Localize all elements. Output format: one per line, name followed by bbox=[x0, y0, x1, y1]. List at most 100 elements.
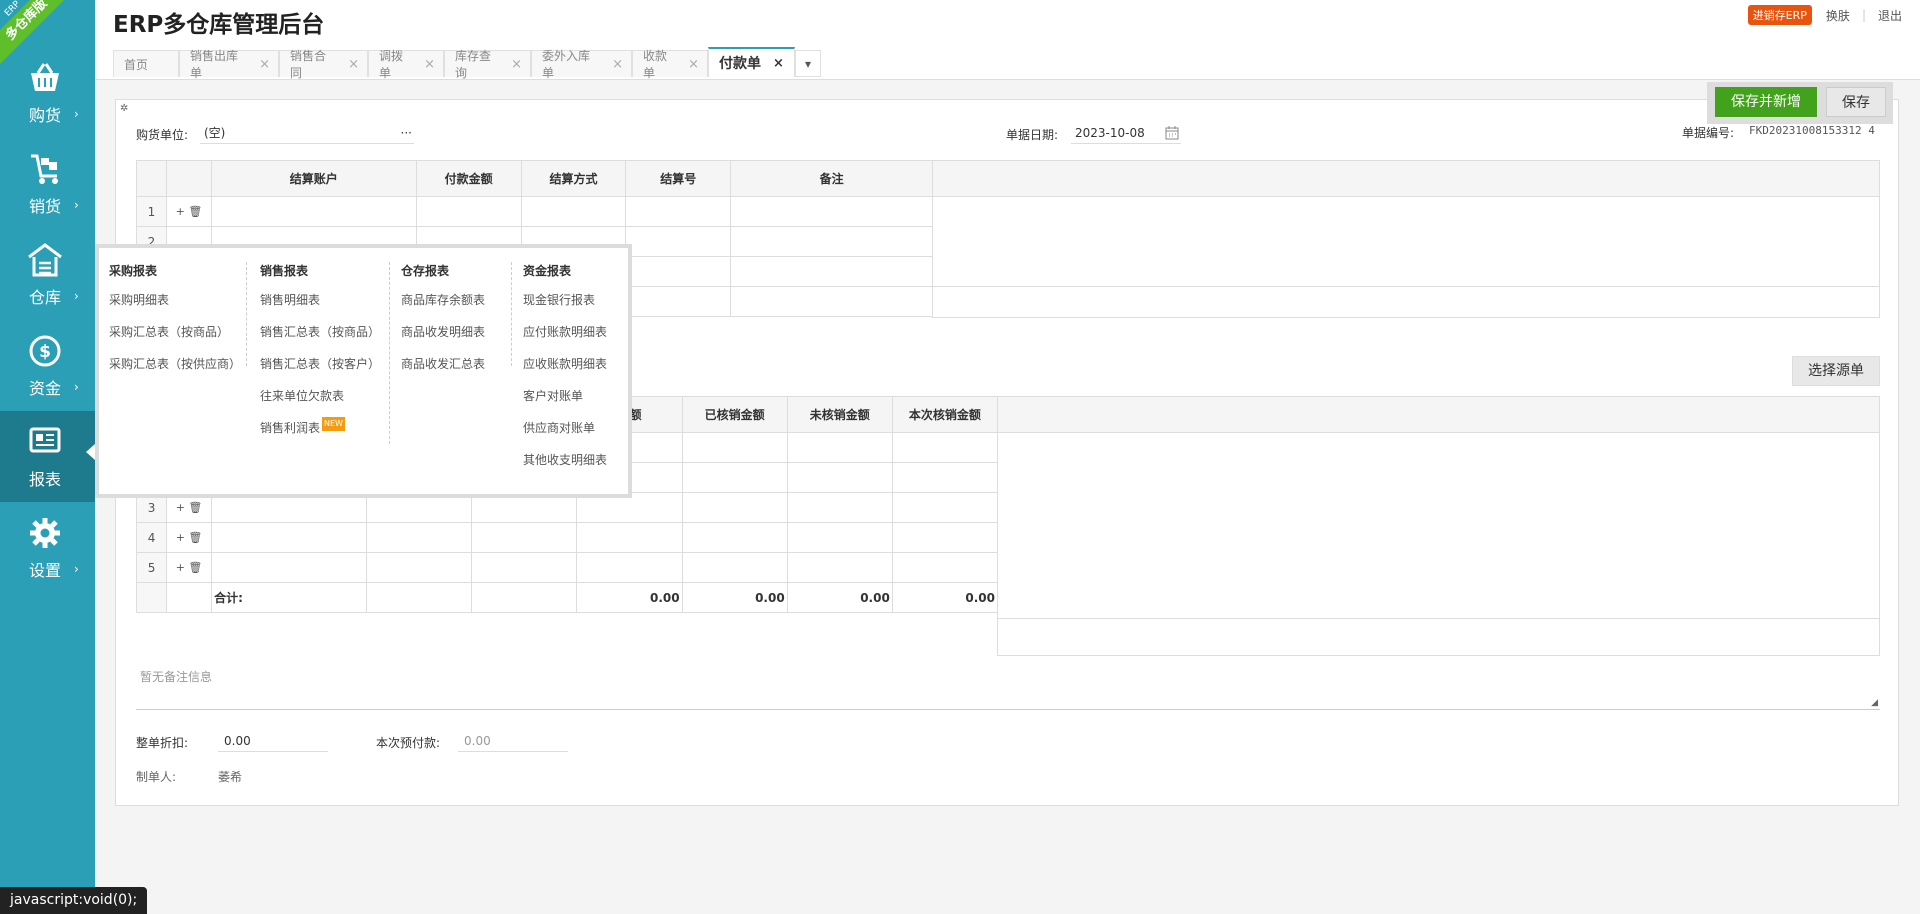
menu-item[interactable]: 销售明细表 bbox=[260, 293, 380, 325]
add-row-icon[interactable]: + bbox=[176, 501, 185, 514]
trash-icon[interactable]: 🗑 bbox=[188, 205, 202, 218]
sidebar-item-funds[interactable]: $ 资金 › bbox=[0, 320, 95, 411]
table-cell[interactable] bbox=[366, 522, 473, 553]
menu-item[interactable]: 销售汇总表（按客户） bbox=[260, 357, 380, 389]
row-number: 5 bbox=[135, 552, 168, 583]
menu-item[interactable]: 往来单位欠款表 bbox=[260, 389, 380, 421]
table-cell[interactable] bbox=[681, 462, 788, 493]
close-icon[interactable]: × bbox=[424, 57, 435, 72]
tab-home[interactable]: 首页 bbox=[113, 50, 179, 77]
tab-dropdown-button[interactable]: ▾ bbox=[795, 50, 821, 77]
tab-transfer[interactable]: 调拨单 × bbox=[368, 49, 444, 80]
buyer-input[interactable]: (空) ··· bbox=[200, 122, 414, 144]
menu-item[interactable]: 商品库存余额表 bbox=[401, 293, 485, 325]
table-cell[interactable] bbox=[891, 462, 999, 493]
menu-item[interactable]: 采购汇总表（按供应商） bbox=[109, 357, 241, 389]
table-cell[interactable] bbox=[681, 552, 788, 583]
table-cell[interactable] bbox=[211, 552, 368, 583]
select-source-button[interactable]: 选择源单 bbox=[1792, 356, 1880, 386]
save-and-new-button[interactable]: 保存并新增 bbox=[1715, 87, 1817, 117]
sidebar-item-purchase[interactable]: 购货 › bbox=[0, 47, 95, 138]
prepay-input[interactable]: 0.00 bbox=[458, 730, 568, 752]
sidebar-item-reports[interactable]: 报表 bbox=[0, 411, 95, 502]
resize-handle-icon[interactable]: ◢ bbox=[1871, 698, 1878, 708]
table-cell[interactable] bbox=[730, 196, 933, 227]
trash-icon[interactable]: 🗑 bbox=[188, 531, 202, 544]
table-cell[interactable] bbox=[415, 196, 522, 227]
table-cell[interactable] bbox=[625, 256, 732, 287]
row-ops: + 🗑 bbox=[166, 522, 213, 553]
menu-item[interactable]: 销售汇总表（按商品） bbox=[260, 325, 380, 357]
tab-receipt[interactable]: 收款单 × bbox=[632, 49, 708, 80]
close-icon[interactable]: × bbox=[259, 57, 270, 72]
sidebar-item-sales[interactable]: 销货 › bbox=[0, 138, 95, 229]
discount-value: 0.00 bbox=[224, 734, 251, 748]
tab-sales-contract[interactable]: 销售合同 × bbox=[279, 49, 368, 80]
table-cell[interactable] bbox=[730, 226, 933, 257]
menu-item[interactable]: 其他收支明细表 bbox=[523, 453, 607, 485]
table-cell[interactable] bbox=[625, 226, 732, 257]
menu-item[interactable]: 采购明细表 bbox=[109, 293, 241, 325]
tab-inventory-query[interactable]: 库存查询 × bbox=[444, 49, 531, 80]
erp-badge[interactable]: 进销存ERP bbox=[1747, 5, 1812, 25]
add-row-icon[interactable]: + bbox=[176, 531, 185, 544]
skin-link[interactable]: 换肤 bbox=[1826, 7, 1850, 24]
menu-item[interactable]: 客户对账单 bbox=[523, 389, 607, 421]
tab-label: 付款单 bbox=[719, 56, 761, 72]
tab-outsource-inbound[interactable]: 委外入库单 × bbox=[531, 49, 632, 80]
table-cell[interactable] bbox=[681, 492, 788, 523]
more-icon[interactable]: ··· bbox=[401, 122, 412, 144]
menu-item[interactable]: 供应商对账单 bbox=[523, 421, 607, 453]
close-icon[interactable]: × bbox=[773, 56, 784, 71]
table-cell[interactable] bbox=[891, 552, 999, 583]
close-icon[interactable]: × bbox=[688, 57, 699, 72]
table-cell[interactable] bbox=[786, 432, 893, 463]
discount-input[interactable]: 0.00 bbox=[218, 730, 328, 752]
tab-label: 库存查询 bbox=[455, 49, 492, 80]
menu-heading: 采购报表 bbox=[109, 264, 158, 278]
date-input[interactable]: 2023-10-08 bbox=[1071, 122, 1181, 144]
table-cell[interactable] bbox=[520, 196, 627, 227]
table-cell[interactable] bbox=[576, 522, 683, 553]
tab-sales-outbound[interactable]: 销售出库单 × bbox=[179, 49, 279, 80]
trash-icon[interactable]: 🗑 bbox=[188, 501, 202, 514]
close-icon[interactable]: × bbox=[511, 57, 522, 72]
table-cell[interactable] bbox=[891, 522, 999, 553]
calendar-icon[interactable] bbox=[1165, 126, 1179, 140]
menu-item[interactable]: 商品收发汇总表 bbox=[401, 357, 485, 389]
table-cell[interactable] bbox=[786, 492, 893, 523]
sidebar-item-settings[interactable]: 设置 › bbox=[0, 502, 95, 593]
table-cell[interactable] bbox=[681, 432, 788, 463]
table-cell[interactable] bbox=[786, 522, 893, 553]
settings-gear-icon[interactable]: ✲ bbox=[120, 103, 128, 114]
table-cell[interactable] bbox=[471, 552, 578, 583]
tab-payment[interactable]: 付款单 × bbox=[708, 47, 795, 77]
table-cell[interactable] bbox=[211, 522, 368, 553]
logout-link[interactable]: 退出 bbox=[1878, 7, 1902, 24]
menu-item[interactable]: 应付账款明细表 bbox=[523, 325, 607, 357]
table-cell[interactable] bbox=[891, 492, 999, 523]
menu-item-profit[interactable]: 销售利润表 NEW bbox=[260, 417, 380, 453]
menu-item[interactable]: 采购汇总表（按商品） bbox=[109, 325, 241, 357]
table-cell[interactable] bbox=[366, 552, 473, 583]
table-cell[interactable] bbox=[210, 196, 417, 227]
menu-item[interactable]: 应收账款明细表 bbox=[523, 357, 607, 389]
remark-textarea[interactable]: 暂无备注信息 ◢ bbox=[136, 662, 1880, 710]
table-cell[interactable] bbox=[576, 552, 683, 583]
table-cell[interactable] bbox=[681, 522, 788, 553]
add-row-icon[interactable]: + bbox=[176, 561, 185, 574]
save-button[interactable]: 保存 bbox=[1826, 87, 1886, 117]
table-cell[interactable] bbox=[786, 552, 893, 583]
menu-item[interactable]: 现金银行报表 bbox=[523, 293, 607, 325]
menu-item[interactable]: 商品收发明细表 bbox=[401, 325, 485, 357]
table-cell[interactable] bbox=[730, 256, 933, 287]
close-icon[interactable]: × bbox=[612, 57, 623, 72]
table-cell[interactable] bbox=[625, 196, 732, 227]
table-cell[interactable] bbox=[891, 432, 999, 463]
sidebar-item-warehouse[interactable]: 仓库 › bbox=[0, 229, 95, 320]
close-icon[interactable]: × bbox=[348, 57, 359, 72]
trash-icon[interactable]: 🗑 bbox=[188, 561, 202, 574]
add-row-icon[interactable]: + bbox=[176, 205, 185, 218]
table-cell[interactable] bbox=[786, 462, 893, 493]
table-cell[interactable] bbox=[471, 522, 578, 553]
